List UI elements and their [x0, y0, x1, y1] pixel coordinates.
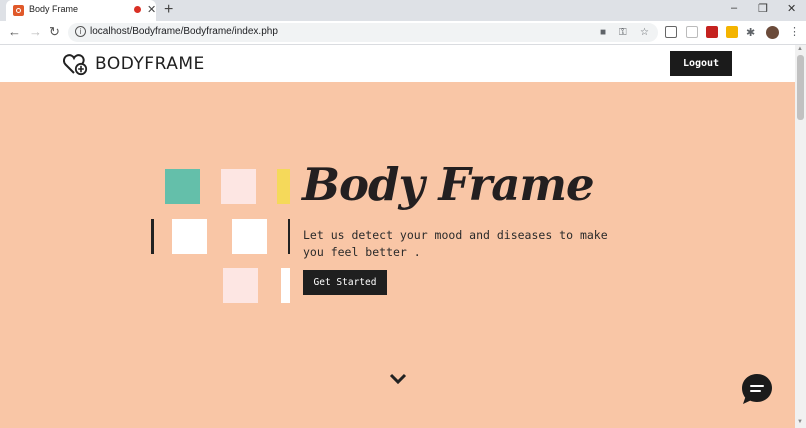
star-icon[interactable]: ☆ [640, 27, 649, 39]
close-window-button[interactable]: ✕ [787, 2, 796, 15]
tab-close-icon[interactable]: ✕ [147, 3, 156, 17]
site-favicon-icon [13, 5, 24, 16]
key-icon[interactable]: ⚿ [619, 27, 627, 39]
scroll-down-icon[interactable]: ▼ [797, 419, 803, 425]
menu-kebab-icon[interactable]: ⋮ [789, 26, 800, 38]
page-scrollbar[interactable]: ▲ ▼ [795, 45, 806, 428]
hero-title: Body Frame [302, 158, 595, 211]
extension-pdf-icon[interactable] [706, 26, 718, 38]
browser-tab[interactable]: Body Frame ✕ [6, 0, 156, 21]
decor-square-white [172, 219, 207, 254]
extension-yellow-icon[interactable] [726, 26, 738, 38]
hero-section: Body Frame Let us detect your mood and d… [0, 82, 795, 428]
info-icon[interactable]: i [75, 26, 86, 37]
new-tab-button[interactable]: + [164, 1, 173, 19]
address-bar[interactable]: i localhost/Bodyframe/Bodyframe/index.ph… [68, 23, 658, 42]
decor-square-white [281, 268, 290, 303]
puzzle-icon[interactable]: ✱ [746, 27, 755, 39]
decor-square-pink [221, 169, 256, 204]
decor-square-white [232, 219, 267, 254]
profile-avatar[interactable] [766, 26, 779, 39]
minimize-button[interactable]: – [731, 2, 737, 14]
extension-doc-icon[interactable] [686, 26, 698, 38]
tab-title: Body Frame [29, 4, 79, 14]
browser-toolbar: ← → ↻ i localhost/Bodyframe/Bodyframe/in… [0, 21, 806, 45]
hero-subtitle: Let us detect your mood and diseases to … [303, 228, 608, 259]
decor-square-yellow [277, 169, 290, 204]
decor-bar [151, 219, 154, 254]
get-started-button[interactable]: Get Started [303, 270, 387, 295]
recording-indicator-icon [134, 6, 141, 13]
browser-tabstrip: Body Frame ✕ + – ❐ ✕ [0, 0, 806, 21]
scrollbar-thumb[interactable] [797, 55, 804, 120]
restore-button[interactable]: ❐ [758, 2, 768, 15]
scroll-up-icon[interactable]: ▲ [797, 46, 803, 52]
forward-icon[interactable]: → [29, 24, 42, 40]
back-icon[interactable]: ← [8, 24, 21, 40]
decor-square-teal [165, 169, 200, 204]
decor-bar [288, 219, 290, 254]
page: BODYFRAME Logout Body Frame Let us detec… [0, 45, 795, 428]
logo-heart-icon[interactable] [63, 52, 89, 76]
chevron-down-icon[interactable] [389, 373, 407, 385]
camera-icon[interactable]: ■ [600, 27, 606, 39]
url-text[interactable]: localhost/Bodyframe/Bodyframe/index.php [90, 26, 278, 37]
reload-icon[interactable]: ↻ [49, 24, 60, 40]
decor-square-pink [223, 268, 258, 303]
logo-text[interactable]: BODYFRAME [95, 54, 205, 74]
extension-reader-icon[interactable] [665, 26, 677, 38]
chat-icon[interactable] [741, 373, 773, 405]
site-header: BODYFRAME Logout [0, 45, 795, 82]
logout-button[interactable]: Logout [670, 51, 732, 76]
